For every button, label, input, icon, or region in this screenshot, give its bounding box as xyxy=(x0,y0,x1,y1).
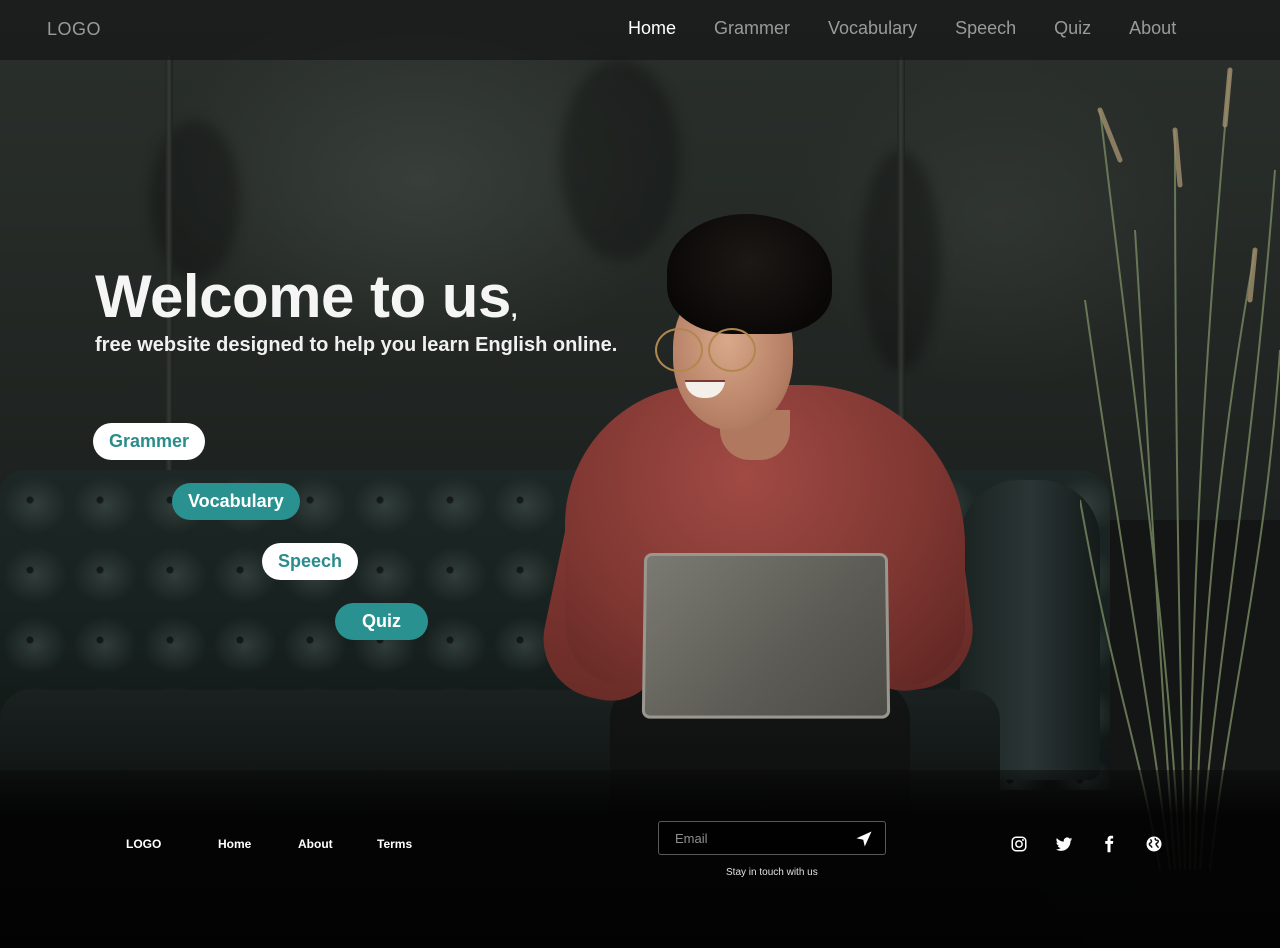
header-logo[interactable]: LOGO xyxy=(47,19,101,40)
wall-stain xyxy=(150,120,240,280)
main-nav: Home Grammer Vocabulary Speech Quiz Abou… xyxy=(628,18,1214,39)
facebook-icon[interactable] xyxy=(1100,835,1118,853)
footer: LOGO Home About Terms Stay in touch with… xyxy=(0,770,1280,948)
glasses-lens xyxy=(655,328,703,372)
instagram-icon[interactable] xyxy=(1010,835,1028,853)
nav-link-home[interactable]: Home xyxy=(628,18,676,39)
hero-title-comma: , xyxy=(510,296,518,323)
footer-link-home[interactable]: Home xyxy=(218,837,251,851)
vocabulary-button[interactable]: Vocabulary xyxy=(172,483,300,520)
newsletter-form xyxy=(658,821,886,855)
grammer-button[interactable]: Grammer xyxy=(93,423,206,460)
nav-link-quiz[interactable]: Quiz xyxy=(1054,18,1091,39)
stay-in-touch-text: Stay in touch with us xyxy=(726,867,818,878)
twitter-icon[interactable] xyxy=(1055,835,1073,853)
person-photo xyxy=(532,210,981,850)
footer-link-about[interactable]: About xyxy=(298,837,333,851)
globe-icon[interactable] xyxy=(1145,835,1163,853)
email-input[interactable] xyxy=(675,829,845,847)
hero-title-text: Welcome to us xyxy=(95,263,511,330)
nav-link-about[interactable]: About xyxy=(1129,18,1176,39)
nav-link-grammer[interactable]: Grammer xyxy=(714,18,790,39)
person-hair xyxy=(667,214,832,334)
footer-logo[interactable]: LOGO xyxy=(126,837,161,851)
hero-subtitle: free website designed to help you learn … xyxy=(95,334,618,356)
hero-title: Welcome to us, xyxy=(95,262,518,331)
top-navbar: LOGO Home Grammer Vocabulary Speech Quiz… xyxy=(0,0,1280,60)
speech-button[interactable]: Speech xyxy=(262,543,359,580)
nav-link-speech[interactable]: Speech xyxy=(955,18,1016,39)
send-icon[interactable] xyxy=(855,830,873,848)
laptop xyxy=(641,552,891,719)
footer-link-terms[interactable]: Terms xyxy=(377,837,412,851)
plant-illustration xyxy=(1080,67,1280,870)
glasses-lens xyxy=(708,328,756,372)
quiz-button[interactable]: Quiz xyxy=(335,603,428,640)
nav-link-vocabulary[interactable]: Vocabulary xyxy=(828,18,917,39)
